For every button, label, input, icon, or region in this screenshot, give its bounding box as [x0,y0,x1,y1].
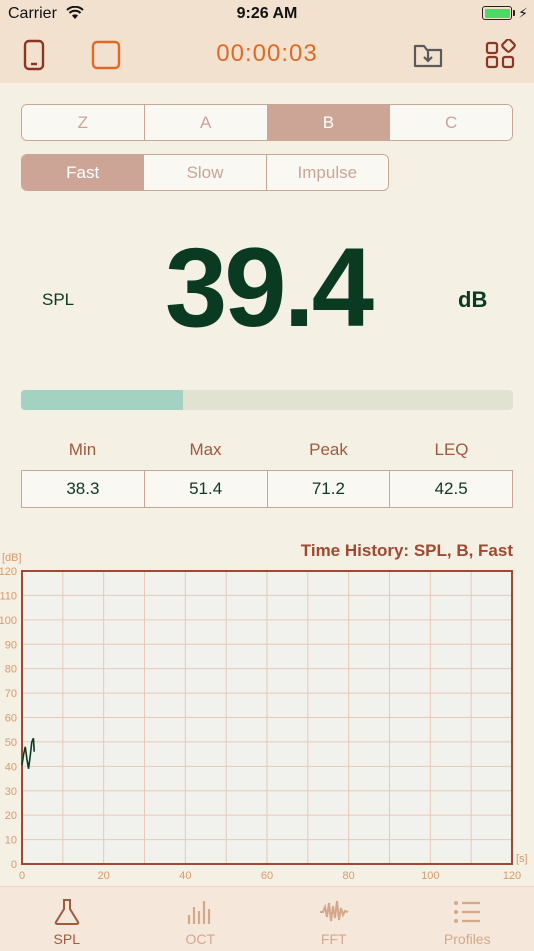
charging-icon: ⚡ [518,5,528,22]
export-folder-icon[interactable] [412,39,444,71]
x-tick-label: 60 [261,870,273,882]
reading-label: SPL [42,290,74,310]
reading-unit: dB [458,287,487,313]
tab-profiles[interactable]: Profiles [401,887,534,951]
y-tick-label: 20 [5,810,17,822]
spl-value: 39.4 [150,232,386,344]
y-tick-label: 30 [5,786,17,798]
min-value: 38.3 [22,471,145,507]
stats-values: 38.3 51.4 71.2 42.5 [21,470,513,508]
y-tick-label: 80 [5,664,17,676]
y-tick-label: 70 [5,688,17,700]
y-tick-label: 90 [5,639,17,651]
x-tick-label: 0 [19,870,25,882]
min-label: Min [21,440,144,460]
weighting-b[interactable]: B [268,105,391,140]
y-tick-label: 50 [5,737,17,749]
time-history-chart[interactable]: 0 10 20 30 40 50 60 70 80 90 100 110 120 0 20 40 60 80 100… [0,548,534,884]
x-tick-label: 100 [421,870,439,882]
y-tick-label: 110 [0,590,17,602]
clock: 9:26 AM [0,5,534,23]
response-slow[interactable]: Slow [144,155,266,190]
response-fast[interactable]: Fast [22,155,144,190]
response-selector: Fast Slow Impulse [21,154,389,191]
octave-bars-icon [185,897,215,927]
level-bar [21,390,513,410]
tab-oct[interactable]: OCT [134,887,268,951]
y-tick-label: 0 [11,859,17,871]
weighting-selector: Z A B C [21,104,513,141]
level-bar-fill [21,390,183,410]
tab-spl[interactable]: SPL [0,887,134,951]
tab-oct-label: OCT [185,931,215,947]
y-tick-label: 10 [5,835,17,847]
x-axis-unit: [s] [516,853,528,865]
x-tick-label: 80 [343,870,355,882]
weighting-a[interactable]: A [145,105,268,140]
stats-labels: Min Max Peak LEQ [21,440,513,460]
status-bar: Carrier 9:26 AM ⚡ [0,0,534,28]
max-value: 51.4 [145,471,268,507]
apps-grid-icon[interactable] [484,39,516,71]
list-icon [452,897,482,927]
y-axis-unit: [dB] [2,552,22,564]
response-impulse[interactable]: Impulse [267,155,388,190]
peak-label: Peak [267,440,390,460]
y-tick-label: 120 [0,566,17,578]
tab-spl-label: SPL [54,931,80,947]
toolbar: 00:00:03 [0,28,534,83]
tab-profiles-label: Profiles [444,931,491,947]
battery-icon [482,6,512,20]
tab-fft[interactable]: FFT [267,887,401,951]
y-tick-label: 60 [5,713,17,725]
x-tick-label: 40 [179,870,191,882]
y-tick-label: 100 [0,615,17,627]
tab-fft-label: FFT [321,931,347,947]
y-tick-label: 40 [5,761,17,773]
tab-bar: SPL OCT FFT Profiles [0,886,534,951]
x-tick-label: 20 [98,870,110,882]
x-tick-label: 120 [503,870,521,882]
peak-value: 71.2 [268,471,391,507]
leq-label: LEQ [390,440,513,460]
leq-value: 42.5 [390,471,512,507]
max-label: Max [144,440,267,460]
weighting-z[interactable]: Z [22,105,145,140]
weighting-c[interactable]: C [390,105,512,140]
elapsed-timer: 00:00:03 [0,40,534,68]
flask-icon [52,897,82,927]
waveform-icon [319,897,349,927]
